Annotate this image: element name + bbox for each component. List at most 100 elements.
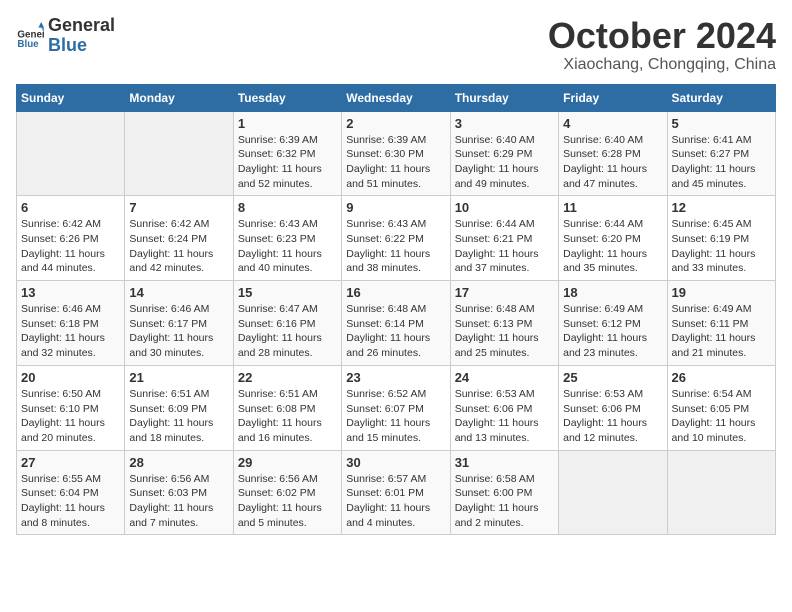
day-info: Sunrise: 6:57 AMSunset: 6:01 PMDaylight:…: [346, 472, 445, 531]
calendar-cell: 15 Sunrise: 6:47 AMSunset: 6:16 PMDayligh…: [233, 281, 341, 366]
day-info: Sunrise: 6:46 AMSunset: 6:18 PMDaylight:…: [21, 302, 120, 361]
calendar-cell: 2 Sunrise: 6:39 AMSunset: 6:30 PMDaylight…: [342, 111, 450, 196]
calendar-cell: 4 Sunrise: 6:40 AMSunset: 6:28 PMDaylight…: [559, 111, 667, 196]
day-info: Sunrise: 6:55 AMSunset: 6:04 PMDaylight:…: [21, 472, 120, 531]
day-number: 20: [21, 370, 120, 385]
day-number: 31: [455, 455, 554, 470]
weekday-header-monday: Monday: [125, 84, 233, 111]
weekday-header-saturday: Saturday: [667, 84, 775, 111]
location-subtitle: Xiaochang, Chongqing, China: [548, 56, 776, 74]
month-title: October 2024: [548, 16, 776, 56]
weekday-header-row: SundayMondayTuesdayWednesdayThursdayFrid…: [17, 84, 776, 111]
calendar-cell: 28 Sunrise: 6:56 AMSunset: 6:03 PMDayligh…: [125, 450, 233, 535]
calendar-cell: 26Sunrise: 6:54 AMSunset: 6:05 PMDayligh…: [667, 365, 775, 450]
day-number: 10: [455, 200, 554, 215]
day-info: Sunrise: 6:53 AMSunset: 6:06 PMDaylight:…: [563, 387, 662, 446]
weekday-header-wednesday: Wednesday: [342, 84, 450, 111]
day-info: Sunrise: 6:47 AMSunset: 6:16 PMDaylight:…: [238, 302, 337, 361]
day-number: 3: [455, 116, 554, 131]
calendar-cell: [125, 111, 233, 196]
day-info: Sunrise: 6:43 AMSunset: 6:22 PMDaylight:…: [346, 217, 445, 276]
day-info: Sunrise: 6:42 AMSunset: 6:26 PMDaylight:…: [21, 217, 120, 276]
day-number: 1: [238, 116, 337, 131]
calendar-cell: 12 Sunrise: 6:45 AMSunset: 6:19 PMDayligh…: [667, 196, 775, 281]
logo-wordmark: General Blue: [48, 16, 115, 56]
day-number: 12: [672, 200, 771, 215]
calendar-week-2: 6 Sunrise: 6:42 AMSunset: 6:26 PMDaylight…: [17, 196, 776, 281]
calendar-week-5: 27 Sunrise: 6:55 AMSunset: 6:04 PMDayligh…: [17, 450, 776, 535]
day-number: 13: [21, 285, 120, 300]
day-number: 27: [21, 455, 120, 470]
calendar-cell: 29Sunrise: 6:56 AMSunset: 6:02 PMDayligh…: [233, 450, 341, 535]
calendar-week-3: 13 Sunrise: 6:46 AMSunset: 6:18 PMDayligh…: [17, 281, 776, 366]
calendar-cell: [667, 450, 775, 535]
calendar-cell: 13 Sunrise: 6:46 AMSunset: 6:18 PMDayligh…: [17, 281, 125, 366]
day-info: Sunrise: 6:49 AMSunset: 6:11 PMDaylight:…: [672, 302, 771, 361]
logo-icon: General Blue: [16, 22, 44, 50]
calendar-cell: 14Sunrise: 6:46 AMSunset: 6:17 PMDayligh…: [125, 281, 233, 366]
calendar-cell: 27 Sunrise: 6:55 AMSunset: 6:04 PMDayligh…: [17, 450, 125, 535]
calendar-cell: 10Sunrise: 6:44 AMSunset: 6:21 PMDayligh…: [450, 196, 558, 281]
day-info: Sunrise: 6:46 AMSunset: 6:17 PMDaylight:…: [129, 302, 228, 361]
day-info: Sunrise: 6:41 AMSunset: 6:27 PMDaylight:…: [672, 133, 771, 192]
calendar-week-1: 1 Sunrise: 6:39 AMSunset: 6:32 PMDaylight…: [17, 111, 776, 196]
calendar-cell: 19 Sunrise: 6:49 AMSunset: 6:11 PMDayligh…: [667, 281, 775, 366]
day-info: Sunrise: 6:39 AMSunset: 6:32 PMDaylight:…: [238, 133, 337, 192]
day-number: 22: [238, 370, 337, 385]
calendar-cell: 31 Sunrise: 6:58 AMSunset: 6:00 PMDayligh…: [450, 450, 558, 535]
day-number: 25: [563, 370, 662, 385]
calendar-cell: 24 Sunrise: 6:53 AMSunset: 6:06 PMDayligh…: [450, 365, 558, 450]
calendar-cell: 23 Sunrise: 6:52 AMSunset: 6:07 PMDayligh…: [342, 365, 450, 450]
weekday-header-sunday: Sunday: [17, 84, 125, 111]
svg-text:Blue: Blue: [17, 39, 39, 50]
calendar-cell: [17, 111, 125, 196]
day-number: 24: [455, 370, 554, 385]
day-number: 30: [346, 455, 445, 470]
calendar-cell: 1 Sunrise: 6:39 AMSunset: 6:32 PMDaylight…: [233, 111, 341, 196]
calendar-cell: [559, 450, 667, 535]
header: General Blue General Blue October 2024 X…: [16, 16, 776, 74]
day-number: 23: [346, 370, 445, 385]
calendar-cell: 3 Sunrise: 6:40 AMSunset: 6:29 PMDaylight…: [450, 111, 558, 196]
day-info: Sunrise: 6:39 AMSunset: 6:30 PMDaylight:…: [346, 133, 445, 192]
day-info: Sunrise: 6:43 AMSunset: 6:23 PMDaylight:…: [238, 217, 337, 276]
day-info: Sunrise: 6:44 AMSunset: 6:20 PMDaylight:…: [563, 217, 662, 276]
day-info: Sunrise: 6:51 AMSunset: 6:08 PMDaylight:…: [238, 387, 337, 446]
day-info: Sunrise: 6:50 AMSunset: 6:10 PMDaylight:…: [21, 387, 120, 446]
calendar-cell: 16Sunrise: 6:48 AMSunset: 6:14 PMDayligh…: [342, 281, 450, 366]
calendar-cell: 18Sunrise: 6:49 AMSunset: 6:12 PMDayligh…: [559, 281, 667, 366]
calendar-cell: 20 Sunrise: 6:50 AMSunset: 6:10 PMDayligh…: [17, 365, 125, 450]
day-info: Sunrise: 6:40 AMSunset: 6:28 PMDaylight:…: [563, 133, 662, 192]
day-number: 28: [129, 455, 228, 470]
calendar-cell: 6 Sunrise: 6:42 AMSunset: 6:26 PMDaylight…: [17, 196, 125, 281]
calendar-cell: 21Sunrise: 6:51 AMSunset: 6:09 PMDayligh…: [125, 365, 233, 450]
day-number: 8: [238, 200, 337, 215]
calendar-cell: 11 Sunrise: 6:44 AMSunset: 6:20 PMDayligh…: [559, 196, 667, 281]
logo: General Blue General Blue: [16, 16, 115, 56]
day-info: Sunrise: 6:40 AMSunset: 6:29 PMDaylight:…: [455, 133, 554, 192]
day-info: Sunrise: 6:53 AMSunset: 6:06 PMDaylight:…: [455, 387, 554, 446]
day-number: 7: [129, 200, 228, 215]
day-number: 16: [346, 285, 445, 300]
day-info: Sunrise: 6:56 AMSunset: 6:03 PMDaylight:…: [129, 472, 228, 531]
day-number: 19: [672, 285, 771, 300]
day-number: 2: [346, 116, 445, 131]
day-info: Sunrise: 6:51 AMSunset: 6:09 PMDaylight:…: [129, 387, 228, 446]
calendar-cell: 9Sunrise: 6:43 AMSunset: 6:22 PMDaylight…: [342, 196, 450, 281]
day-info: Sunrise: 6:45 AMSunset: 6:19 PMDaylight:…: [672, 217, 771, 276]
weekday-header-tuesday: Tuesday: [233, 84, 341, 111]
day-info: Sunrise: 6:58 AMSunset: 6:00 PMDaylight:…: [455, 472, 554, 531]
day-info: Sunrise: 6:54 AMSunset: 6:05 PMDaylight:…: [672, 387, 771, 446]
day-info: Sunrise: 6:52 AMSunset: 6:07 PMDaylight:…: [346, 387, 445, 446]
day-number: 4: [563, 116, 662, 131]
day-info: Sunrise: 6:56 AMSunset: 6:02 PMDaylight:…: [238, 472, 337, 531]
day-number: 15: [238, 285, 337, 300]
calendar-cell: 30 Sunrise: 6:57 AMSunset: 6:01 PMDayligh…: [342, 450, 450, 535]
calendar-cell: 5Sunrise: 6:41 AMSunset: 6:27 PMDaylight…: [667, 111, 775, 196]
day-number: 17: [455, 285, 554, 300]
day-number: 6: [21, 200, 120, 215]
day-number: 11: [563, 200, 662, 215]
calendar-cell: 22 Sunrise: 6:51 AMSunset: 6:08 PMDayligh…: [233, 365, 341, 450]
calendar-cell: 25 Sunrise: 6:53 AMSunset: 6:06 PMDayligh…: [559, 365, 667, 450]
day-info: Sunrise: 6:48 AMSunset: 6:13 PMDaylight:…: [455, 302, 554, 361]
